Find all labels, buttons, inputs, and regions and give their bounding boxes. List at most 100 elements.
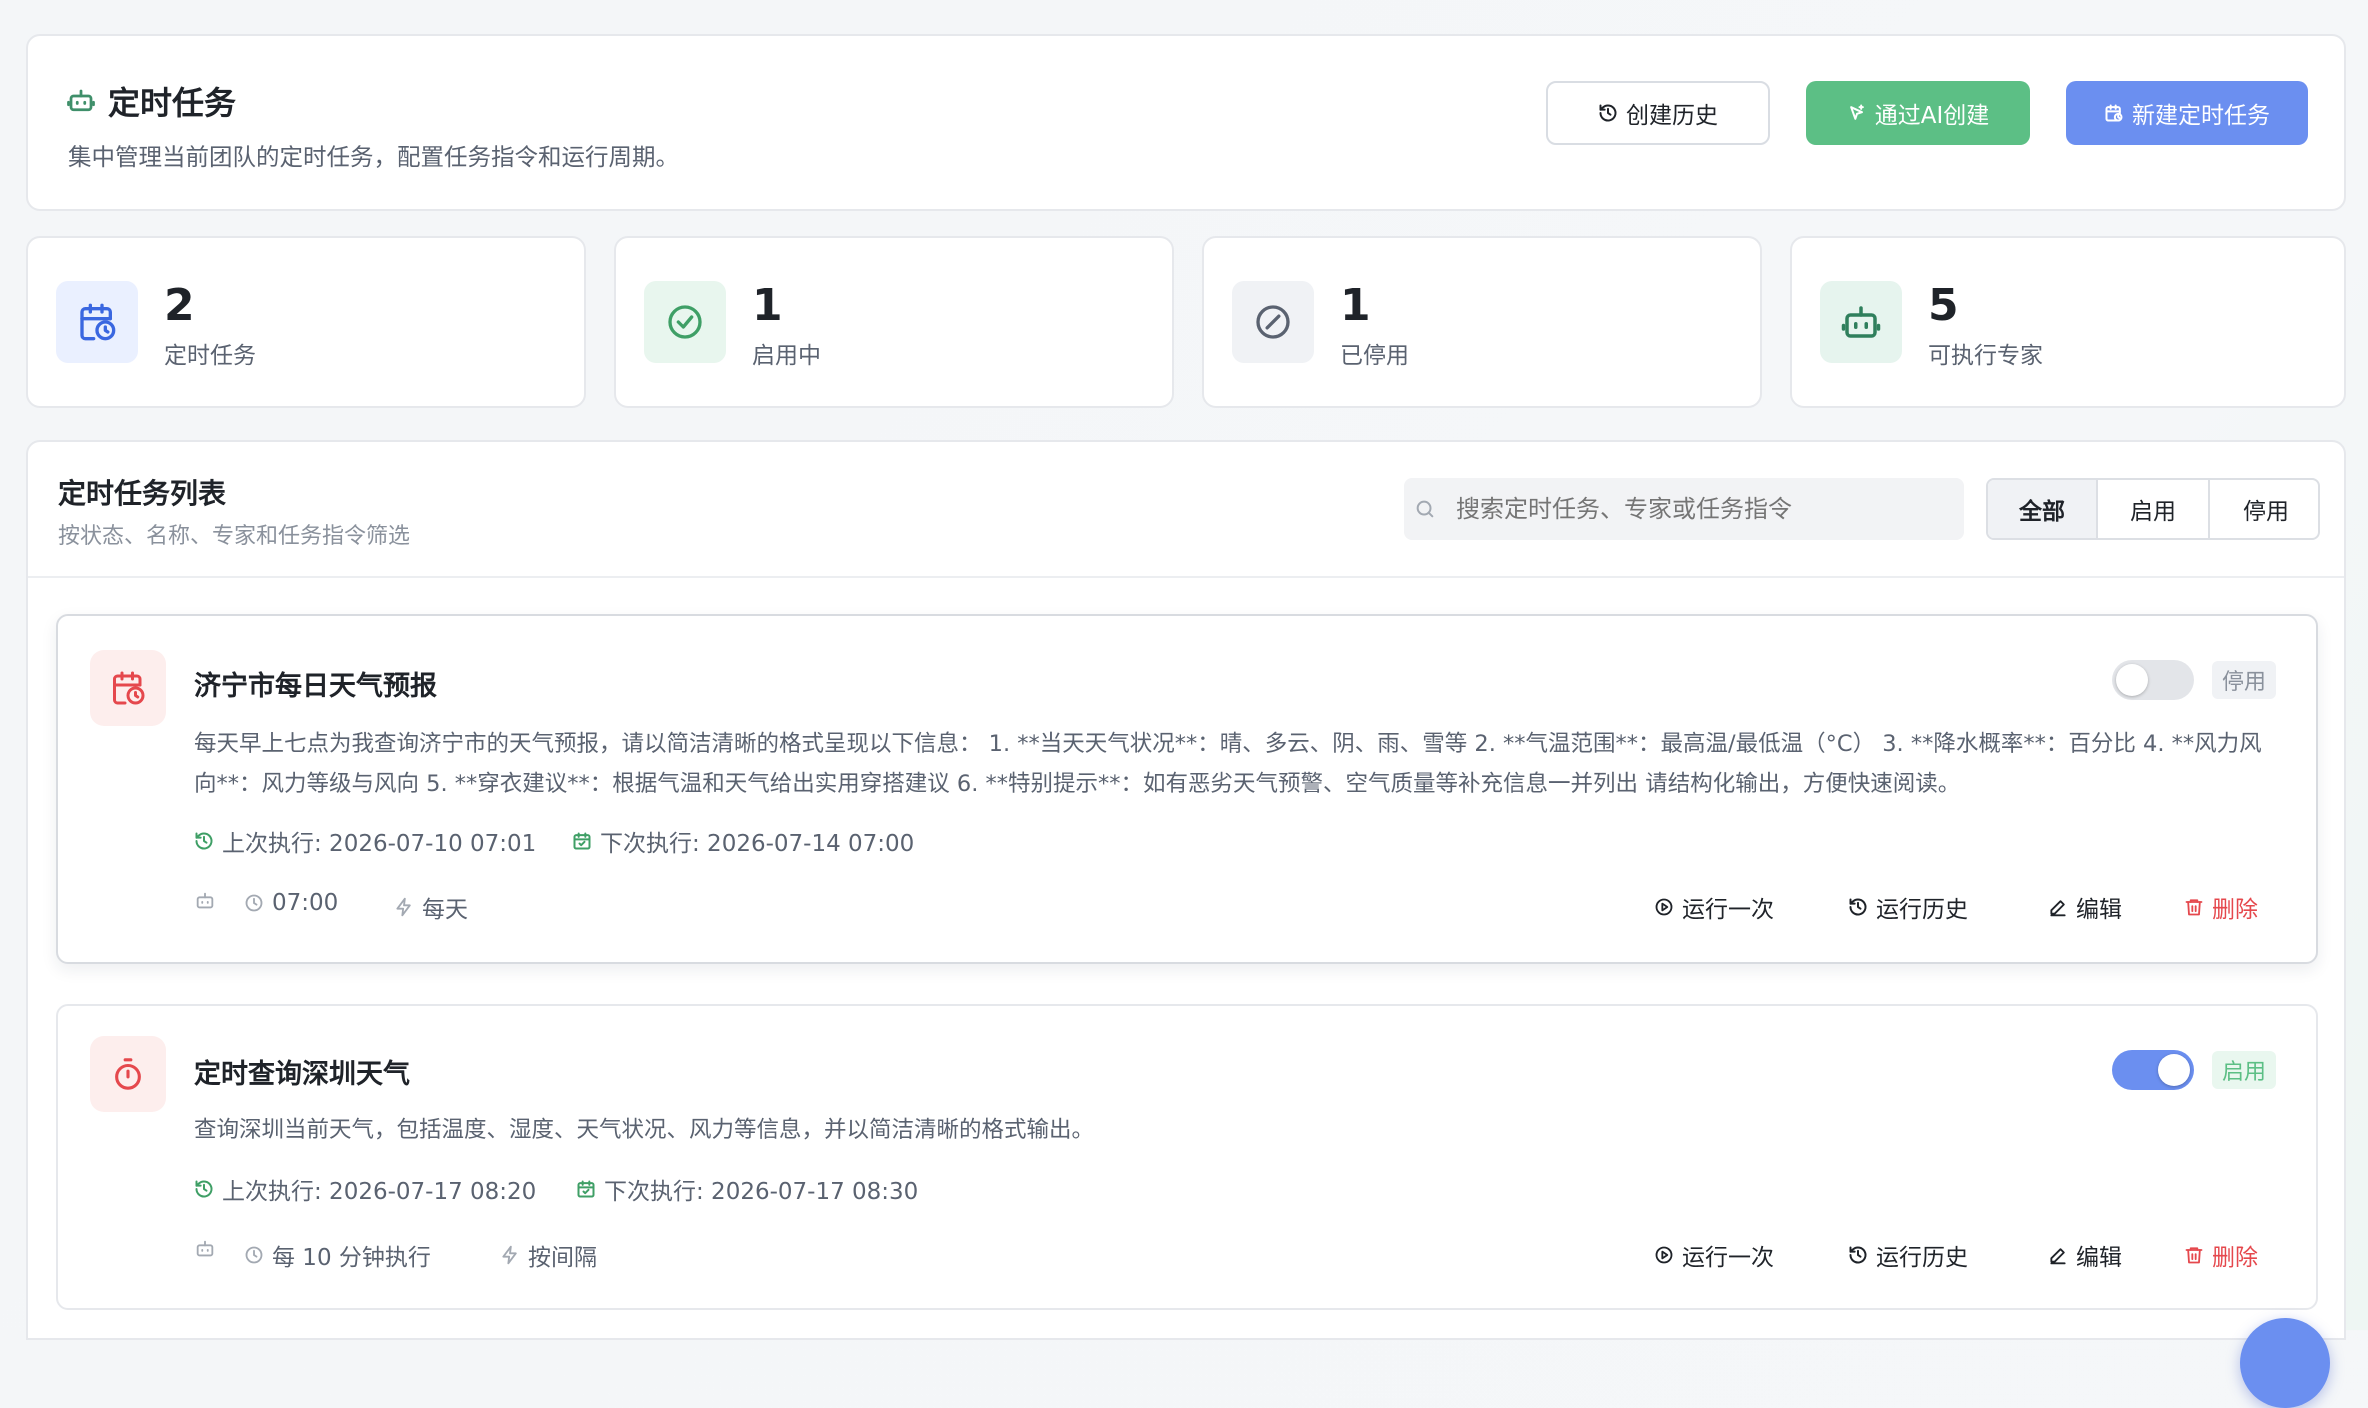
lightning-icon [394,897,414,917]
robot-icon [66,86,96,116]
calendar-clock-icon [90,650,166,726]
history-icon [1848,897,1868,917]
filter-disabled[interactable]: 停用 [2210,480,2318,538]
run-once-label: 运行一次 [1682,897,1774,923]
delete-label: 删除 [2212,897,2258,923]
stat-disabled-value: 1 [1340,280,1371,331]
schedule-text: 07:00 [272,890,339,916]
check-circle-icon [644,281,726,363]
task-enable-toggle[interactable] [2112,1050,2194,1090]
task-frequency: 按间隔 [500,1238,597,1272]
run-history-button[interactable]: 运行历史 [1848,890,1968,924]
delete-button[interactable]: 删除 [2184,890,2258,924]
run-history-button[interactable]: 运行历史 [1848,1238,1968,1272]
task-enable-toggle[interactable] [2112,660,2194,700]
create-history-button[interactable]: 创建历史 [1546,81,1770,145]
stat-total-label: 定时任务 [164,343,256,369]
run-history-label: 运行历史 [1876,897,1968,923]
page-subtitle: 集中管理当前团队的定时任务，配置任务指令和运行周期。 [68,143,679,171]
stat-total-value: 2 [164,280,195,331]
run-once-button[interactable]: 运行一次 [1654,1238,1774,1272]
new-scheduled-task-button[interactable]: 新建定时任务 [2066,81,2308,145]
history-icon [194,1179,214,1199]
status-filter-group: 全部 启用 停用 [1986,478,2320,540]
trash-icon [2184,1245,2204,1265]
new-scheduled-task-label: 新建定时任务 [2132,103,2270,129]
list-header-divider [28,576,2344,578]
frequency-text: 每天 [422,897,468,923]
header-card: 定时任务 集中管理当前团队的定时任务，配置任务指令和运行周期。 创建历史 通过A… [26,34,2346,211]
pencil-icon [2048,897,2068,917]
pencil-icon [2048,1245,2068,1265]
task-next-run: 下次执行: 2026-07-17 08:30 [576,1172,918,1206]
floating-action-button[interactable] [2240,1318,2330,1408]
edit-label: 编辑 [2076,897,2122,923]
stat-enabled-label: 启用中 [752,343,821,369]
ban-icon [1232,281,1314,363]
stat-experts-label: 可执行专家 [1928,343,2043,369]
task-next-run: 下次执行: 2026-07-14 07:00 [572,824,914,858]
stat-enabled-value: 1 [752,280,783,331]
task-schedule: 07:00 [244,890,338,916]
task-schedule: 每 10 分钟执行 [244,1238,431,1272]
clock-icon [244,893,264,913]
calendar-check-icon [572,831,592,851]
last-run-text: 上次执行: 2026-07-10 07:01 [222,831,537,857]
next-run-text: 下次执行: 2026-07-14 07:00 [600,831,915,857]
task-list-title: 定时任务列表 [58,477,227,510]
calendar-plus-icon [2104,103,2124,123]
task-last-run: 上次执行: 2026-07-17 08:20 [194,1172,536,1206]
status-badge: 停用 [2212,661,2277,699]
ai-create-label: 通过AI创建 [1874,103,1990,129]
play-circle-icon [1654,897,1674,917]
task-card[interactable]: 济宁市每日天气预报 停用 每天早上七点为我查询济宁市的天气预报，请以简洁清晰的格… [56,614,2318,964]
task-list-card: 定时任务列表 按状态、名称、专家和任务指令筛选 全部 启用 停用 济宁市每日天气… [26,440,2346,1340]
task-expert [194,1238,216,1260]
task-last-run: 上次执行: 2026-07-10 07:01 [194,824,536,858]
history-icon [1848,1245,1868,1265]
status-badge: 启用 [2212,1051,2277,1089]
search-input[interactable] [1456,478,1956,540]
stat-card-disabled: 1 已停用 [1202,236,1762,408]
robot-icon [194,1238,216,1260]
history-icon [194,831,214,851]
stat-card-enabled: 1 启用中 [614,236,1174,408]
task-frequency: 每天 [394,890,468,924]
task-description: 查询深圳当前天气，包括温度、湿度、天气状况、风力等信息，并以简洁清晰的格式输出。 [194,1117,1095,1143]
run-history-label: 运行历史 [1876,1245,1968,1271]
run-once-button[interactable]: 运行一次 [1654,890,1774,924]
play-circle-icon [1654,1245,1674,1265]
filter-enabled[interactable]: 启用 [2098,480,2210,538]
stat-experts-value: 5 [1928,280,1959,331]
robot-icon [194,890,216,912]
next-run-text: 下次执行: 2026-07-17 08:30 [604,1179,919,1205]
trash-icon [2184,897,2204,917]
task-title: 济宁市每日天气预报 [194,671,437,702]
task-expert [194,890,216,912]
edit-label: 编辑 [2076,1245,2122,1271]
robot-icon [1820,281,1902,363]
stat-card-experts: 5 可执行专家 [1790,236,2346,408]
task-card[interactable]: 定时查询深圳天气 启用 查询深圳当前天气，包括温度、湿度、天气状况、风力等信息，… [56,1004,2318,1310]
delete-label: 删除 [2212,1245,2258,1271]
page-title: 定时任务 [108,84,237,122]
search-box[interactable] [1404,478,1964,540]
ai-create-button[interactable]: 通过AI创建 [1806,81,2030,145]
ai-create-icon [1847,103,1867,123]
schedule-text: 每 10 分钟执行 [272,1245,431,1271]
frequency-text: 按间隔 [528,1245,597,1271]
filter-all[interactable]: 全部 [1988,480,2098,538]
search-icon [1414,498,1436,520]
task-description: 每天早上七点为我查询济宁市的天气预报，请以简洁清晰的格式呈现以下信息： 1. *… [194,731,2262,797]
task-title: 定时查询深圳天气 [194,1059,410,1090]
calendar-clock-icon [56,281,138,363]
create-history-label: 创建历史 [1626,103,1718,129]
stat-card-total: 2 定时任务 [26,236,586,408]
clock-icon [244,1245,264,1265]
history-icon [1598,103,1618,123]
delete-button[interactable]: 删除 [2184,1238,2258,1272]
task-list-subtitle: 按状态、名称、专家和任务指令筛选 [58,524,411,549]
edit-button[interactable]: 编辑 [2048,1238,2122,1272]
edit-button[interactable]: 编辑 [2048,890,2122,924]
last-run-text: 上次执行: 2026-07-17 08:20 [222,1179,537,1205]
